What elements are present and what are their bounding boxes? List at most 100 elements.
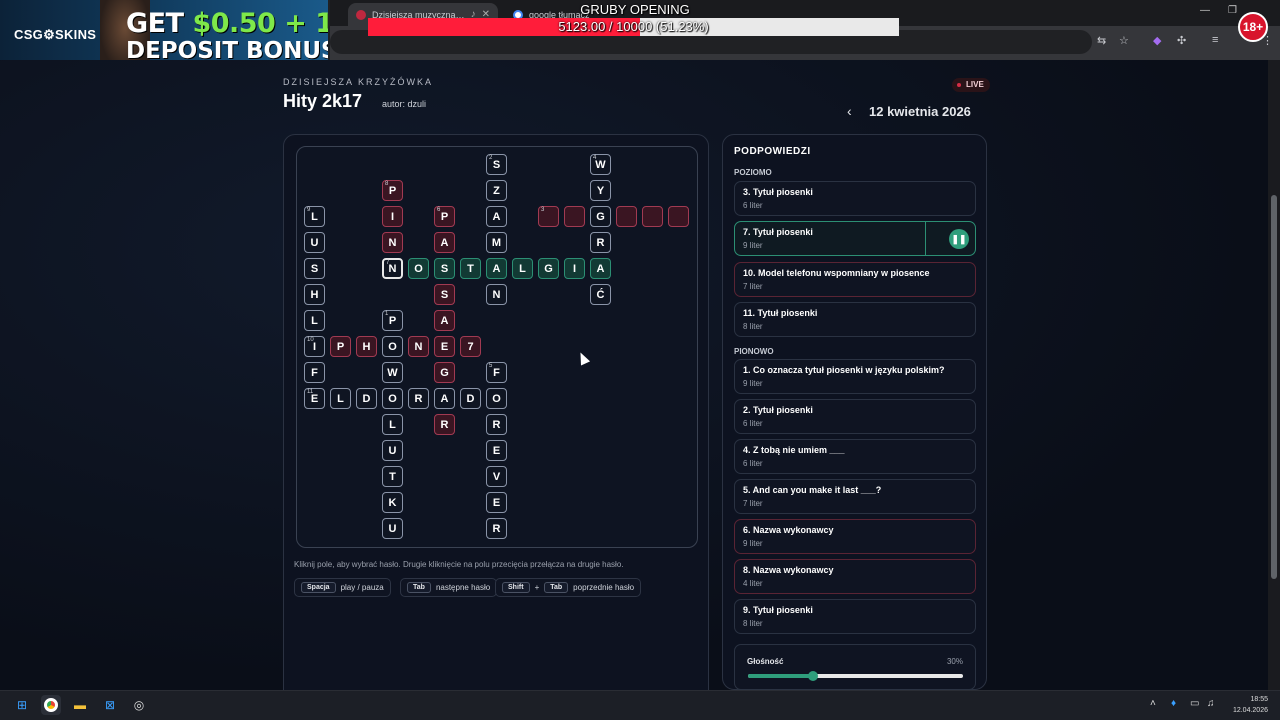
clue-across-10[interactable]: 10. Model telefonu wspomniany w piosence…	[734, 262, 976, 297]
crossword-cell[interactable]: A	[486, 206, 507, 227]
crossword-cell[interactable]	[642, 206, 663, 227]
crossword-cell[interactable]: Z	[486, 180, 507, 201]
crossword-cell[interactable]: V	[486, 466, 507, 487]
crossword-cell[interactable]: R	[434, 414, 455, 435]
crossword-cell[interactable]: 7N	[382, 258, 403, 279]
crossword-cell[interactable]: 1P	[382, 310, 403, 331]
crossword-cell[interactable]: N	[382, 232, 403, 253]
scrollbar-thumb[interactable]	[1271, 195, 1277, 579]
crossword-cell[interactable]: H	[304, 284, 325, 305]
bookmark-star-icon[interactable]: ☆	[1119, 34, 1129, 47]
app-icon[interactable]: ⊠	[100, 695, 120, 715]
microphone-icon[interactable]: ♦	[1171, 698, 1176, 709]
crossword-cell[interactable]: I	[564, 258, 585, 279]
crossword-cell[interactable]: E	[486, 492, 507, 513]
network-icon[interactable]: ▭	[1190, 698, 1199, 709]
crossword-cell[interactable]: L	[304, 310, 325, 331]
crossword-cell[interactable]: N	[486, 284, 507, 305]
crossword-cell[interactable]: L	[512, 258, 533, 279]
crossword-cell[interactable]: O	[382, 336, 403, 357]
crossword-cell[interactable]: 3	[538, 206, 559, 227]
crossword-cell[interactable]: U	[382, 440, 403, 461]
crossword-cell[interactable]: 11 E	[304, 388, 325, 409]
clue-down-1[interactable]: 1. Co oznacza tytuł piosenki w języku po…	[734, 359, 976, 394]
clue-down-9[interactable]: 9. Tytuł piosenki 8 liter	[734, 599, 976, 634]
crossword-cell[interactable]: E	[434, 336, 455, 357]
clue-across-7[interactable]: 7. Tytuł piosenki 9 liter ❚❚	[734, 221, 976, 256]
crossword-cell[interactable]: 8P	[382, 180, 403, 201]
clue-down-2[interactable]: 2. Tytuł piosenki 6 liter	[734, 399, 976, 434]
crossword-cell[interactable]: U	[304, 232, 325, 253]
crossword-cell[interactable]: I	[382, 206, 403, 227]
volume-slider[interactable]	[748, 671, 963, 681]
crossword-cell[interactable]: O	[408, 258, 429, 279]
crossword-cell[interactable]: T	[460, 258, 481, 279]
crossword-cell[interactable]: 10 I	[304, 336, 325, 357]
crossword-cell[interactable]: L	[382, 414, 403, 435]
crossword-cell[interactable]: A	[434, 232, 455, 253]
windows-start-icon[interactable]: ⊞	[12, 695, 32, 715]
crossword-cell[interactable]: O	[382, 388, 403, 409]
crossword-cell[interactable]: G	[538, 258, 559, 279]
crossword-cell[interactable]: G	[434, 362, 455, 383]
clue-across-11[interactable]: 11. Tytuł piosenki 8 liter	[734, 302, 976, 337]
chrome-app-icon[interactable]	[41, 695, 61, 715]
crossword-cell[interactable]: L	[330, 388, 351, 409]
crossword-cell[interactable]: S	[304, 258, 325, 279]
crossword-cell[interactable]: Ć	[590, 284, 611, 305]
crossword-cell[interactable]	[564, 206, 585, 227]
clue-down-8[interactable]: 8. Nazwa wykonawcy 4 liter	[734, 559, 976, 594]
crossword-cell[interactable]: 7	[460, 336, 481, 357]
obs-icon[interactable]: ◎	[129, 695, 149, 715]
crossword-cell[interactable]: A	[590, 258, 611, 279]
translate-icon[interactable]: ⇆	[1097, 34, 1106, 47]
crossword-cell[interactable]: D	[356, 388, 377, 409]
crossword-cell[interactable]: D	[460, 388, 481, 409]
crossword-cell[interactable]: 2S	[486, 154, 507, 175]
crossword-cell[interactable]: G	[590, 206, 611, 227]
crossword-cell[interactable]: H	[356, 336, 377, 357]
crossword-cell[interactable]: M	[486, 232, 507, 253]
clue-down-6[interactable]: 6. Nazwa wykonawcy 9 liter	[734, 519, 976, 554]
clue-down-4[interactable]: 4. Z tobą nie umiem ___ 6 liter	[734, 439, 976, 474]
crossword-cell[interactable]: Y	[590, 180, 611, 201]
reading-list-icon[interactable]: ≡	[1212, 34, 1218, 46]
crossword-cell[interactable]: F	[304, 362, 325, 383]
crossword-cell[interactable]: O	[486, 388, 507, 409]
crossword-cell[interactable]: E	[486, 440, 507, 461]
crossword-cell[interactable]: A	[434, 310, 455, 331]
crossword-cell[interactable]: R	[486, 414, 507, 435]
crossword-cell[interactable]: A	[486, 258, 507, 279]
crossword-cell[interactable]: N	[408, 336, 429, 357]
clue-across-3[interactable]: 3. Tytuł piosenki 6 liter	[734, 181, 976, 216]
minimize-icon[interactable]: —	[1200, 5, 1210, 16]
crossword-cell[interactable]: P	[330, 336, 351, 357]
volume-slider-thumb[interactable]	[807, 671, 818, 681]
crossword-cell[interactable]	[616, 206, 637, 227]
crossword-cell[interactable]: 4W	[590, 154, 611, 175]
file-explorer-icon[interactable]: ▬	[70, 695, 90, 715]
crossword-cell[interactable]: 9L	[304, 206, 325, 227]
crossword-cell[interactable]: R	[408, 388, 429, 409]
crossword-cell[interactable]: R	[486, 518, 507, 539]
extension-icon[interactable]: ◆	[1153, 34, 1161, 47]
crossword-cell[interactable]: K	[382, 492, 403, 513]
crossword-cell[interactable]: R	[590, 232, 611, 253]
taskbar-clock[interactable]: 18:55 12.04.2026	[1222, 694, 1268, 716]
puzzle-icon[interactable]: ✣	[1177, 34, 1186, 47]
clue-down-5[interactable]: 5. And can you make it last ___? 7 liter	[734, 479, 976, 514]
crossword-cell[interactable]: A	[434, 388, 455, 409]
crossword-cell[interactable]: S	[434, 258, 455, 279]
crossword-cell[interactable]: 5F	[486, 362, 507, 383]
maximize-icon[interactable]: ❐	[1228, 5, 1237, 16]
crossword-cell[interactable]: U	[382, 518, 403, 539]
crossword-cell[interactable]: 6P	[434, 206, 455, 227]
chevron-left-icon[interactable]: ‹	[847, 103, 852, 119]
crossword-cell[interactable]: T	[382, 466, 403, 487]
pause-icon[interactable]: ❚❚	[949, 229, 969, 249]
speaker-icon[interactable]: ♫	[1207, 698, 1215, 709]
tray-chevron-icon[interactable]: ˄	[1150, 698, 1156, 709]
crossword-cell[interactable]	[668, 206, 689, 227]
crossword-cell[interactable]: S	[434, 284, 455, 305]
page-scrollbar[interactable]	[1268, 60, 1280, 690]
